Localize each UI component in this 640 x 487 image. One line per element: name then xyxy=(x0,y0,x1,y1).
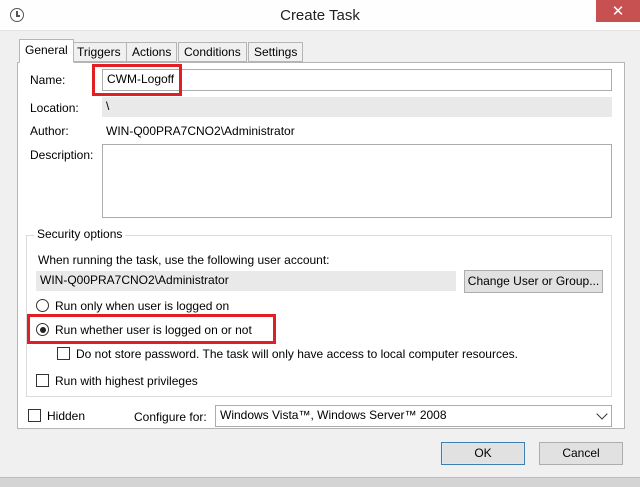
cancel-button[interactable]: Cancel xyxy=(539,442,623,465)
configure-for-select[interactable]: Windows Vista™, Windows Server™ 2008 xyxy=(215,405,612,427)
close-button[interactable]: ✕ xyxy=(596,0,640,22)
author-label: Author: xyxy=(30,124,69,138)
window-title: Create Task xyxy=(280,7,360,24)
security-options-legend: Security options xyxy=(34,227,126,241)
tab-triggers[interactable]: Triggers xyxy=(71,42,127,62)
run-logged-on-label: Run only when user is logged on xyxy=(55,299,230,313)
name-highlight-box xyxy=(92,64,182,96)
account-prompt: When running the task, use the following… xyxy=(38,253,330,267)
tab-settings[interactable]: Settings xyxy=(248,42,304,62)
tab-conditions[interactable]: Conditions xyxy=(178,42,247,62)
hidden-checkbox[interactable] xyxy=(28,409,41,422)
user-account-field: WIN-Q00PRA7CNO2\Administrator xyxy=(36,271,456,291)
close-icon: ✕ xyxy=(611,2,625,20)
window-bottom-edge xyxy=(0,477,640,487)
change-user-button[interactable]: Change User or Group... xyxy=(464,270,603,293)
run-logged-on-radio[interactable] xyxy=(36,299,49,312)
configure-for-label: Configure for: xyxy=(134,410,207,424)
highest-privileges-label: Run with highest privileges xyxy=(55,374,198,388)
tab-actions[interactable]: Actions xyxy=(126,42,178,62)
description-label: Description: xyxy=(30,148,94,162)
highest-privileges-checkbox[interactable] xyxy=(36,374,49,387)
run-whether-highlight-box xyxy=(27,314,276,344)
no-store-password-label: Do not store password. The task will onl… xyxy=(76,347,518,361)
author-value: WIN-Q00PRA7CNO2\Administrator xyxy=(106,124,295,138)
name-label: Name: xyxy=(30,73,66,87)
tab-general[interactable]: General xyxy=(19,39,74,63)
hidden-label: Hidden xyxy=(47,409,86,423)
no-store-password-checkbox[interactable] xyxy=(57,347,70,360)
description-field[interactable] xyxy=(102,144,612,218)
location-label: Location: xyxy=(30,101,79,115)
location-value: \ xyxy=(102,97,612,117)
ok-button[interactable]: OK xyxy=(441,442,525,465)
